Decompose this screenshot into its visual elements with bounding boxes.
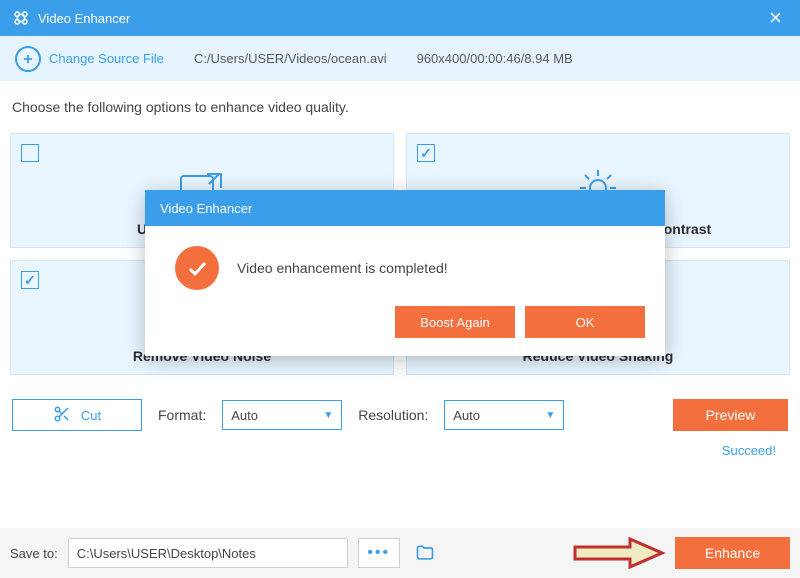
controls-row: Cut Format: Auto ▼ Resolution: Auto ▼ Pr… [10, 399, 790, 431]
close-button[interactable]: × [763, 5, 788, 31]
format-dropdown[interactable]: Auto ▼ [222, 400, 342, 430]
resolution-label: Resolution: [358, 407, 428, 423]
modal-header: Video Enhancer [145, 190, 665, 226]
modal-actions: Boost Again OK [145, 306, 665, 356]
save-path-input[interactable]: C:\Users\USER\Desktop\Notes [68, 538, 348, 568]
source-info: 960x400/00:00:46/8.94 MB [417, 51, 573, 66]
modal-title: Video Enhancer [160, 201, 252, 216]
source-path: C:/Users/USER/Videos/ocean.avi [194, 51, 387, 66]
arrow-annotation [570, 535, 665, 571]
titlebar: Video Enhancer × [0, 0, 800, 36]
resolution-dropdown[interactable]: Auto ▼ [444, 400, 564, 430]
cut-button[interactable]: Cut [12, 399, 142, 431]
modal-body: Video enhancement is completed! [145, 226, 665, 306]
checkbox-upscale[interactable] [21, 144, 39, 162]
status-text: Succeed! [10, 431, 790, 458]
app-icon [12, 9, 30, 27]
chevron-down-icon: ▼ [545, 410, 555, 421]
checkbox-noise[interactable] [21, 271, 39, 289]
ok-button[interactable]: OK [525, 306, 645, 338]
modal-message: Video enhancement is completed! [237, 260, 448, 276]
save-bar: Save to: C:\Users\USER\Desktop\Notes •••… [0, 528, 800, 578]
browse-button[interactable]: ••• [358, 538, 400, 568]
format-label: Format: [158, 407, 206, 423]
resolution-value: Auto [453, 408, 480, 423]
source-bar: Change Source File C:/Users/USER/Videos/… [0, 36, 800, 81]
change-source-link[interactable]: Change Source File [49, 51, 164, 66]
preview-button[interactable]: Preview [673, 399, 788, 431]
add-source-button[interactable] [15, 46, 41, 72]
check-icon [175, 246, 219, 290]
enhance-button[interactable]: Enhance [675, 537, 790, 569]
completion-modal: Video Enhancer Video enhancement is comp… [145, 190, 665, 356]
checkbox-brightness[interactable] [417, 144, 435, 162]
open-folder-button[interactable] [410, 538, 440, 568]
format-value: Auto [231, 408, 258, 423]
chevron-down-icon: ▼ [323, 410, 333, 421]
scissors-icon [53, 405, 71, 426]
cut-label: Cut [81, 408, 101, 423]
boost-again-button[interactable]: Boost Again [395, 306, 515, 338]
app-title: Video Enhancer [38, 11, 763, 26]
save-label: Save to: [10, 546, 58, 561]
intro-text: Choose the following options to enhance … [10, 99, 790, 115]
